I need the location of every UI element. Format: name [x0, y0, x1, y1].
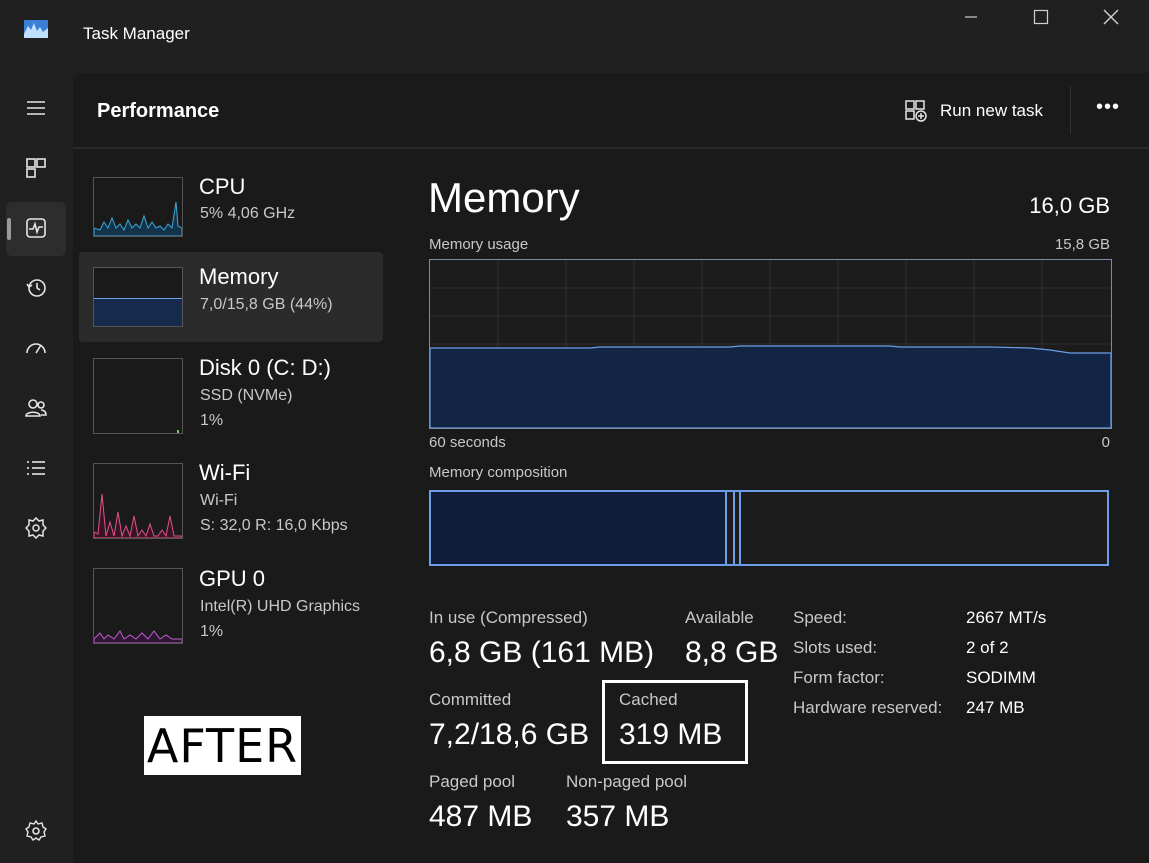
nav-settings[interactable]	[20, 815, 52, 847]
close-button[interactable]	[1100, 6, 1122, 28]
spec-value-hardware-reserved: 247 MB	[966, 698, 1025, 717]
wifi-tile-adapter: Wi-Fi	[200, 492, 238, 509]
run-new-task-icon	[905, 100, 927, 122]
available-label: Available	[685, 608, 754, 627]
details-icon	[27, 461, 45, 475]
disk-tile-usage: 1%	[200, 412, 224, 429]
minimize-button[interactable]	[960, 6, 982, 28]
paged-pool-value: 487 MB	[429, 800, 533, 833]
gpu-tile-usage: 1%	[200, 623, 224, 640]
nav-details[interactable]	[20, 452, 52, 484]
performance-icon	[26, 218, 46, 238]
nav-performance[interactable]	[20, 212, 52, 244]
app-history-icon	[26, 279, 46, 297]
cpu-thumbnail-graph	[93, 177, 183, 237]
hamburger-icon	[27, 101, 45, 115]
nav-users[interactable]	[20, 392, 52, 424]
committed-value: 7,2/18,6 GB	[429, 718, 590, 751]
composition-standby-segment	[735, 492, 741, 564]
settings-icon	[25, 819, 47, 841]
users-icon	[25, 399, 47, 417]
memory-heading: Memory	[428, 174, 580, 221]
startup-apps-icon	[26, 343, 46, 354]
hamburger-menu-button[interactable]	[20, 92, 52, 124]
sidebar-tile-wifi[interactable]: Wi-Fi Wi-Fi S: 32,0 R: 16,0 Kbps	[79, 447, 383, 539]
wifi-tile-throughput: S: 32,0 R: 16,0 Kbps	[200, 517, 348, 534]
run-new-task-button[interactable]: Run new task	[904, 97, 1043, 125]
memory-tile-name: Memory	[199, 264, 279, 289]
header-divider	[73, 147, 1149, 149]
gpu-thumbnail-graph	[93, 568, 183, 644]
processes-icon	[26, 158, 46, 178]
maximize-icon	[1033, 9, 1049, 25]
spec-label-speed: Speed:	[793, 608, 847, 627]
run-new-task-label: Run new task	[940, 101, 1043, 120]
close-icon	[1103, 9, 1119, 25]
cached-label: Cached	[619, 690, 678, 709]
memory-thumbnail-graph	[93, 267, 183, 327]
memory-total: 16,0 GB	[1029, 193, 1110, 218]
wifi-thumbnail-graph	[93, 463, 183, 539]
non-paged-pool-value: 357 MB	[566, 800, 670, 833]
more-options-button[interactable]: •••	[1094, 96, 1122, 124]
wifi-tile-name: Wi-Fi	[199, 460, 251, 485]
composition-in-use-segment	[431, 492, 727, 564]
sidebar-tile-cpu[interactable]: CPU 5% 4,06 GHz	[79, 161, 383, 251]
nav-services[interactable]	[20, 512, 52, 544]
sidebar-tile-memory[interactable]: Memory 7,0/15,8 GB (44%)	[79, 252, 383, 342]
nav-active-indicator	[7, 218, 11, 240]
disk-tile-name: Disk 0 (C: D:)	[199, 355, 331, 380]
non-paged-pool-label: Non-paged pool	[566, 772, 687, 791]
memory-composition-bar	[429, 490, 1109, 566]
services-icon	[24, 516, 48, 540]
cpu-tile-usage: 5% 4,06 GHz	[200, 205, 296, 222]
maximize-button[interactable]	[1030, 6, 1052, 28]
disk-tile-type: SSD (NVMe)	[200, 387, 293, 404]
cached-value: 319 MB	[619, 718, 723, 751]
spec-label-form-factor: Form factor:	[793, 668, 885, 687]
nav-app-history[interactable]	[20, 272, 52, 304]
in-use-value: 6,8 GB (161 MB)	[429, 636, 655, 669]
sidebar-tile-gpu[interactable]: GPU 0 Intel(R) UHD Graphics 1%	[79, 552, 383, 644]
gpu-tile-model: Intel(R) UHD Graphics	[200, 598, 361, 615]
memory-usage-graph	[429, 259, 1112, 429]
memory-composition-label: Memory composition	[429, 464, 568, 481]
window-title: Task Manager	[83, 24, 190, 43]
minimize-icon	[965, 16, 977, 18]
task-manager-app-icon	[24, 20, 48, 38]
memory-tile-usage: 7,0/15,8 GB (44%)	[200, 296, 333, 313]
spec-label-slots: Slots used:	[793, 638, 878, 657]
available-value: 8,8 GB	[685, 636, 779, 669]
nav-processes[interactable]	[20, 152, 52, 184]
graph-axis-right-label: 0	[1101, 434, 1110, 451]
spec-value-slots: 2 of 2	[966, 638, 1009, 657]
spec-value-speed: 2667 MT/s	[966, 608, 1047, 627]
gpu-tile-name: GPU 0	[199, 566, 266, 591]
disk-thumbnail-graph	[93, 358, 183, 434]
spec-label-hardware-reserved: Hardware reserved:	[793, 698, 943, 717]
sidebar-tile-disk[interactable]: Disk 0 (C: D:) SSD (NVMe) 1%	[79, 342, 383, 434]
in-use-label: In use (Compressed)	[429, 608, 588, 627]
composition-modified-segment	[727, 492, 735, 564]
memory-usage-label: Memory usage	[429, 236, 529, 253]
after-overlay-label: AFTER	[144, 716, 301, 775]
paged-pool-label: Paged pool	[429, 772, 516, 791]
graph-axis-left-label: 60 seconds	[429, 434, 506, 451]
cpu-tile-name: CPU	[199, 174, 246, 199]
spec-value-form-factor: SODIMM	[966, 668, 1036, 687]
committed-label: Committed	[429, 690, 512, 709]
memory-usage-max: 15,8 GB	[1054, 236, 1110, 253]
nav-startup-apps[interactable]	[20, 332, 52, 364]
header-separator	[1070, 86, 1071, 134]
page-title: Performance	[97, 100, 220, 122]
